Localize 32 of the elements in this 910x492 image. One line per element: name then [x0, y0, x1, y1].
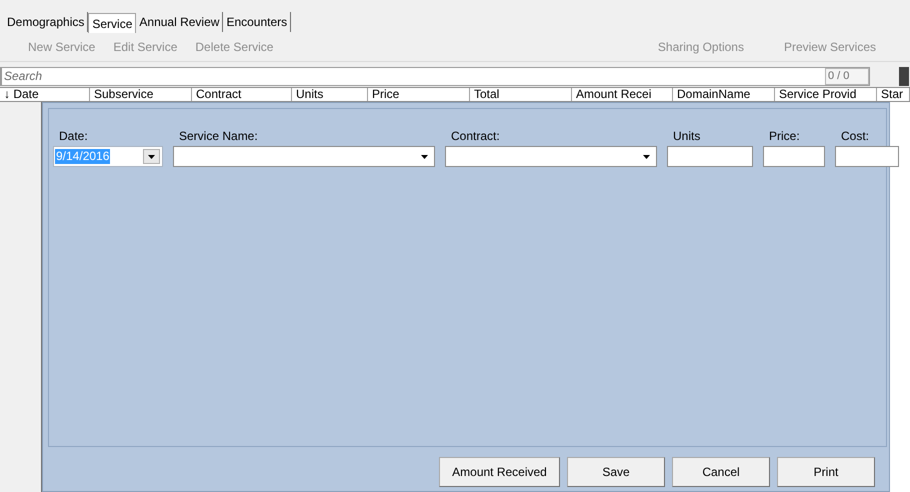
scroll-button[interactable] [899, 66, 909, 86]
input-field[interactable] [667, 146, 753, 167]
form-button[interactable]: Print [777, 457, 875, 487]
column-header[interactable]: ↓ Date [0, 88, 90, 101]
form-button[interactable]: Amount Received [439, 457, 560, 487]
column-header[interactable]: Subservice [90, 88, 192, 101]
field-label: Price: [768, 129, 801, 143]
form-button[interactable]: Save [567, 457, 665, 487]
column-header[interactable]: Star [877, 88, 910, 101]
dropdown-arrow-icon [148, 154, 155, 158]
dropdown-button[interactable] [143, 149, 160, 164]
tab[interactable]: Encounters [223, 12, 292, 32]
field-label: Units [672, 129, 702, 143]
dropdown-arrow-icon [642, 154, 650, 158]
column-header[interactable]: DomainName [673, 88, 775, 101]
column-header[interactable]: Total [470, 88, 572, 101]
form-button[interactable]: Cancel [672, 457, 770, 487]
field-label: Contract: [450, 129, 501, 143]
dropdown-arrow-icon [420, 154, 428, 158]
input-field[interactable] [763, 146, 825, 167]
input-field[interactable] [835, 146, 899, 167]
column-header[interactable]: Amount Recei [572, 88, 673, 101]
field-label: Date: [58, 129, 89, 143]
column-header[interactable]: Price [368, 88, 470, 101]
tab[interactable]: Service [88, 13, 136, 33]
column-header[interactable]: Contract [192, 88, 292, 101]
tab[interactable]: Annual Review [136, 12, 224, 32]
date-value: 9/14/2016 [55, 149, 110, 164]
column-header[interactable]: Service Provid [775, 88, 877, 101]
field-label: Cost: [840, 129, 870, 143]
field-label: Service Name: [178, 129, 259, 143]
column-header[interactable]: Units [292, 88, 368, 101]
